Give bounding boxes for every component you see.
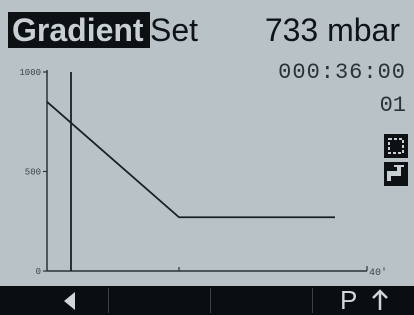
chart-axes xyxy=(46,70,367,272)
gradient-screen: Gradient Set 733 mbar 000:36:00 01 1000 5… xyxy=(0,0,414,315)
chart-ticks: 1000 500 0 40' xyxy=(19,68,387,279)
up-arrow-icon xyxy=(372,289,388,310)
softkey-divider xyxy=(210,288,211,313)
back-softkey[interactable] xyxy=(40,286,100,315)
pump-label: P xyxy=(339,285,357,315)
empty-softkey-3[interactable] xyxy=(212,286,312,315)
x-end-label: 40' xyxy=(369,267,387,279)
left-arrow-icon xyxy=(64,292,75,310)
submode-label: Set xyxy=(150,12,199,48)
y-tick-label: 500 xyxy=(25,168,41,178)
mode-label: Gradient xyxy=(8,12,150,48)
softkey-divider xyxy=(312,288,313,313)
gradient-line xyxy=(46,101,335,219)
y-tick-label: 0 xyxy=(36,267,41,277)
header-bar: Gradient Set 733 mbar xyxy=(0,0,414,48)
pressure-readout: 733 mbar xyxy=(264,12,400,48)
pump-up-softkey[interactable]: P xyxy=(330,286,400,315)
y-tick-label: 1000 xyxy=(19,68,41,78)
chart-series xyxy=(46,72,335,271)
gradient-chart: 1000 500 0 40' xyxy=(19,68,387,279)
softkey-divider xyxy=(108,288,109,313)
empty-softkey-2[interactable] xyxy=(110,286,210,315)
softkey-bar: P xyxy=(0,286,414,315)
